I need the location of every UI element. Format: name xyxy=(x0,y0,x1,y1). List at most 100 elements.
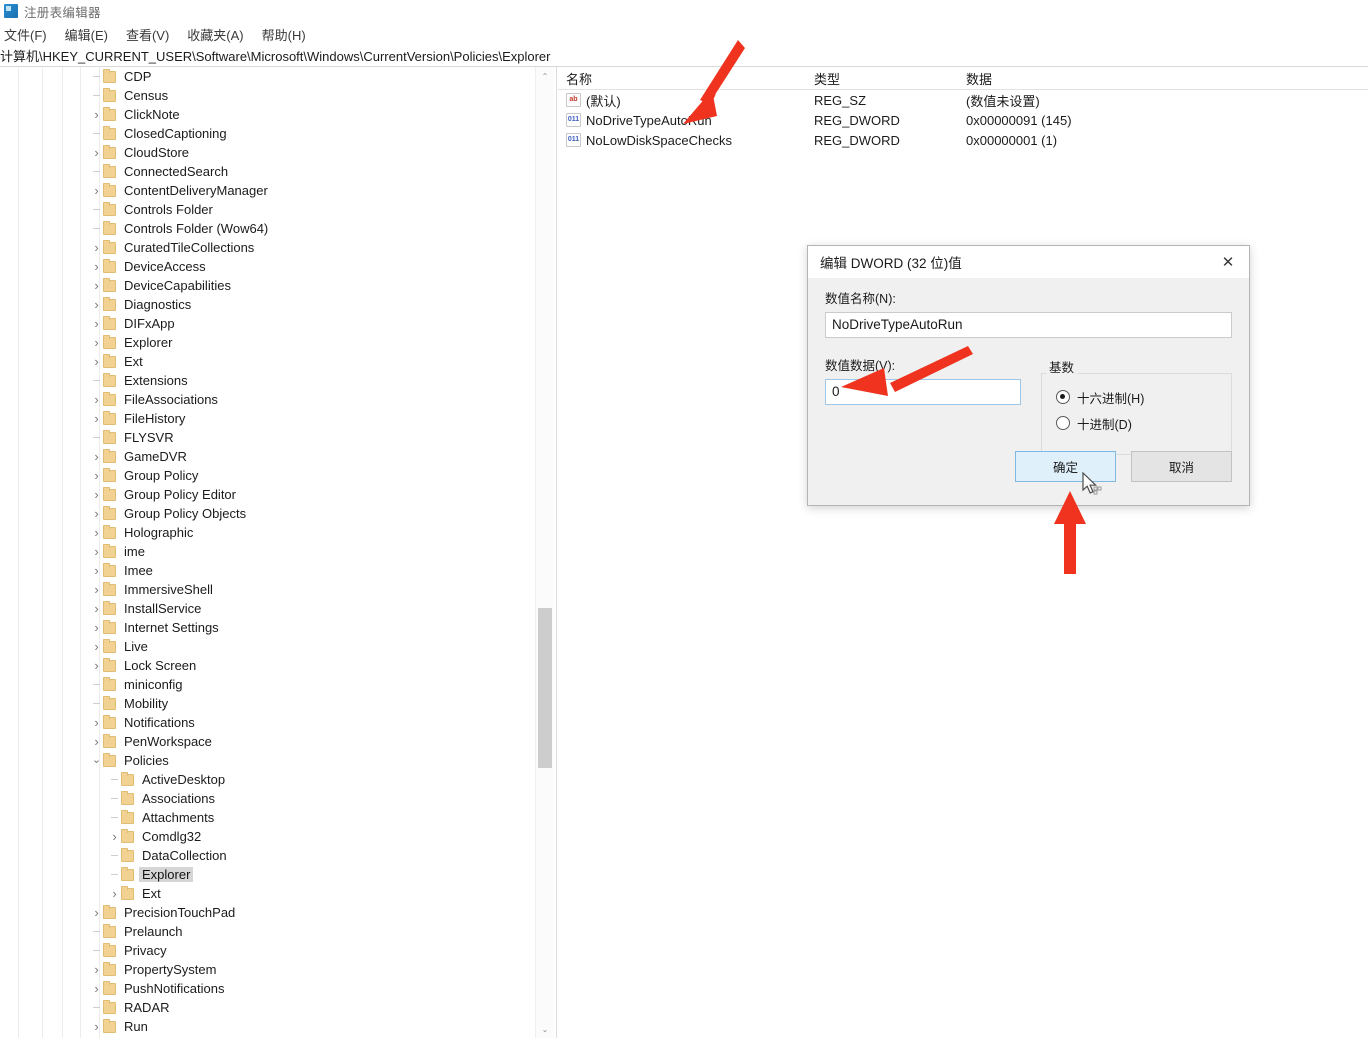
tree-node[interactable]: › PenWorkspace xyxy=(0,732,530,751)
chevron-right-icon[interactable]: › xyxy=(90,523,103,542)
radio-hexadecimal-icon[interactable] xyxy=(1056,390,1070,404)
tree-node[interactable]: Controls Folder (Wow64) xyxy=(0,219,530,238)
tree-node[interactable]: › Comdlg32 xyxy=(0,827,530,846)
chevron-right-icon[interactable]: › xyxy=(90,599,103,618)
chevron-right-icon[interactable]: › xyxy=(90,732,103,751)
chevron-right-icon[interactable]: › xyxy=(90,143,103,162)
menu-item-view[interactable]: 查看(V) xyxy=(124,25,171,44)
tree-node[interactable]: › Holographic xyxy=(0,523,530,542)
tree-node[interactable]: RADAR xyxy=(0,998,530,1017)
chevron-right-icon[interactable]: › xyxy=(90,314,103,333)
address-bar[interactable]: 计算机\HKEY_CURRENT_USER\Software\Microsoft… xyxy=(0,45,1368,67)
chevron-right-icon[interactable]: › xyxy=(90,580,103,599)
chevron-right-icon[interactable]: › xyxy=(90,656,103,675)
tree-node[interactable]: ActiveDesktop xyxy=(0,770,530,789)
tree-node[interactable]: FLYSVR xyxy=(0,428,530,447)
tree-node[interactable]: Associations xyxy=(0,789,530,808)
tree-node[interactable]: › ime xyxy=(0,542,530,561)
menu-item-edit[interactable]: 编辑(E) xyxy=(63,25,110,44)
value-row[interactable]: ab (默认) REG_SZ (数值未设置) xyxy=(558,90,1368,110)
edit-dword-dialog[interactable]: 编辑 DWORD (32 位)值 ✕ 数值名称(N): NoDriveTypeA… xyxy=(807,245,1250,506)
column-header-data[interactable]: 数据 xyxy=(966,69,1368,88)
chevron-right-icon[interactable]: › xyxy=(90,181,103,200)
tree-node[interactable]: Extensions xyxy=(0,371,530,390)
tree-node[interactable]: › PushNotifications xyxy=(0,979,530,998)
tree-node[interactable]: › GameDVR xyxy=(0,447,530,466)
chevron-right-icon[interactable]: › xyxy=(90,618,103,637)
tree-node[interactable]: › PrecisionTouchPad xyxy=(0,903,530,922)
registry-values-pane[interactable]: 名称 类型 数据 ab (默认) REG_SZ (数值未设置) 011 NoDriveTy… xyxy=(558,67,1368,1038)
tree-node[interactable]: ConnectedSearch xyxy=(0,162,530,181)
tree-node[interactable]: › Group Policy Objects xyxy=(0,504,530,523)
chevron-right-icon[interactable]: › xyxy=(90,960,103,979)
tree-node[interactable]: miniconfig xyxy=(0,675,530,694)
chevron-right-icon[interactable]: › xyxy=(90,390,103,409)
value-name-input[interactable]: NoDriveTypeAutoRun xyxy=(825,312,1232,338)
column-header-type[interactable]: 类型 xyxy=(814,69,966,88)
tree-node[interactable]: › Live xyxy=(0,637,530,656)
chevron-right-icon[interactable]: › xyxy=(90,504,103,523)
tree-node[interactable]: › Diagnostics xyxy=(0,295,530,314)
chevron-right-icon[interactable]: › xyxy=(90,276,103,295)
menu-item-favorites[interactable]: 收藏夹(A) xyxy=(185,25,245,44)
tree-node[interactable]: › Notifications xyxy=(0,713,530,732)
tree-node[interactable]: Census xyxy=(0,86,530,105)
tree-node[interactable]: › ContentDeliveryManager xyxy=(0,181,530,200)
chevron-right-icon[interactable]: › xyxy=(90,257,103,276)
chevron-right-icon[interactable]: › xyxy=(90,1017,103,1036)
tree-node[interactable]: › FileAssociations xyxy=(0,390,530,409)
radio-decimal[interactable]: 十进制(D) xyxy=(1056,410,1231,436)
tree-node[interactable]: Explorer xyxy=(0,865,530,884)
chevron-right-icon[interactable]: › xyxy=(90,637,103,656)
tree-node[interactable]: › Ext xyxy=(0,352,530,371)
value-data-input[interactable]: 0 xyxy=(825,379,1021,405)
values-list[interactable]: ab (默认) REG_SZ (数值未设置) 011 NoDriveTypeAutoRun… xyxy=(558,90,1368,150)
tree-node[interactable]: › Group Policy Editor xyxy=(0,485,530,504)
tree-node[interactable]: › ClickNote xyxy=(0,105,530,124)
chevron-right-icon[interactable]: › xyxy=(90,561,103,580)
cancel-button[interactable]: 取消 xyxy=(1131,451,1232,482)
tree-node[interactable]: Controls Folder xyxy=(0,200,530,219)
tree-node[interactable]: › Imee xyxy=(0,561,530,580)
tree-node[interactable]: › FileHistory xyxy=(0,409,530,428)
scroll-down-arrow-icon[interactable]: ⌄ xyxy=(536,1020,554,1038)
tree-scrollbar[interactable]: ⌃ ⌄ xyxy=(535,67,554,1038)
tree-node[interactable]: DataCollection xyxy=(0,846,530,865)
registry-tree[interactable]: CDP Census › ClickNote ClosedCaptioning › Clou… xyxy=(0,67,530,1036)
chevron-down-icon[interactable]: ⌄ xyxy=(90,751,103,770)
value-row[interactable]: 011 NoDriveTypeAutoRun REG_DWORD 0x00000091… xyxy=(558,110,1368,130)
tree-node[interactable]: Privacy xyxy=(0,941,530,960)
tree-node[interactable]: ClosedCaptioning xyxy=(0,124,530,143)
menu-item-help[interactable]: 帮助(H) xyxy=(260,25,308,44)
tree-node[interactable]: › DeviceCapabilities xyxy=(0,276,530,295)
chevron-right-icon[interactable]: › xyxy=(90,333,103,352)
tree-node[interactable]: › CloudStore xyxy=(0,143,530,162)
tree-node[interactable]: › Group Policy xyxy=(0,466,530,485)
tree-node[interactable]: › Internet Settings xyxy=(0,618,530,637)
tree-node[interactable]: › Explorer xyxy=(0,333,530,352)
chevron-right-icon[interactable]: › xyxy=(90,105,103,124)
close-icon[interactable]: ✕ xyxy=(1207,246,1249,278)
chevron-right-icon[interactable]: › xyxy=(90,979,103,998)
chevron-right-icon[interactable]: › xyxy=(90,295,103,314)
chevron-right-icon[interactable]: › xyxy=(90,352,103,371)
value-row[interactable]: 011 NoLowDiskSpaceChecks REG_DWORD 0x000000… xyxy=(558,130,1368,150)
radio-decimal-icon[interactable] xyxy=(1056,416,1070,430)
column-header-name[interactable]: 名称 xyxy=(558,69,814,88)
chevron-right-icon[interactable]: › xyxy=(90,542,103,561)
chevron-right-icon[interactable]: › xyxy=(90,466,103,485)
chevron-right-icon[interactable]: › xyxy=(108,827,121,846)
scrollbar-thumb[interactable] xyxy=(538,608,552,768)
radio-hexadecimal[interactable]: 十六进制(H) xyxy=(1056,384,1231,410)
scroll-up-arrow-icon[interactable]: ⌃ xyxy=(536,67,554,85)
tree-node[interactable]: Prelaunch xyxy=(0,922,530,941)
tree-node[interactable]: Attachments xyxy=(0,808,530,827)
chevron-right-icon[interactable]: › xyxy=(90,447,103,466)
registry-tree-pane[interactable]: CDP Census › ClickNote ClosedCaptioning › Clou… xyxy=(0,67,530,1038)
tree-node[interactable]: › DeviceAccess xyxy=(0,257,530,276)
tree-node[interactable]: Mobility xyxy=(0,694,530,713)
tree-node[interactable]: › CuratedTileCollections xyxy=(0,238,530,257)
chevron-right-icon[interactable]: › xyxy=(90,409,103,428)
chevron-right-icon[interactable]: › xyxy=(90,238,103,257)
tree-node[interactable]: › DIFxApp xyxy=(0,314,530,333)
